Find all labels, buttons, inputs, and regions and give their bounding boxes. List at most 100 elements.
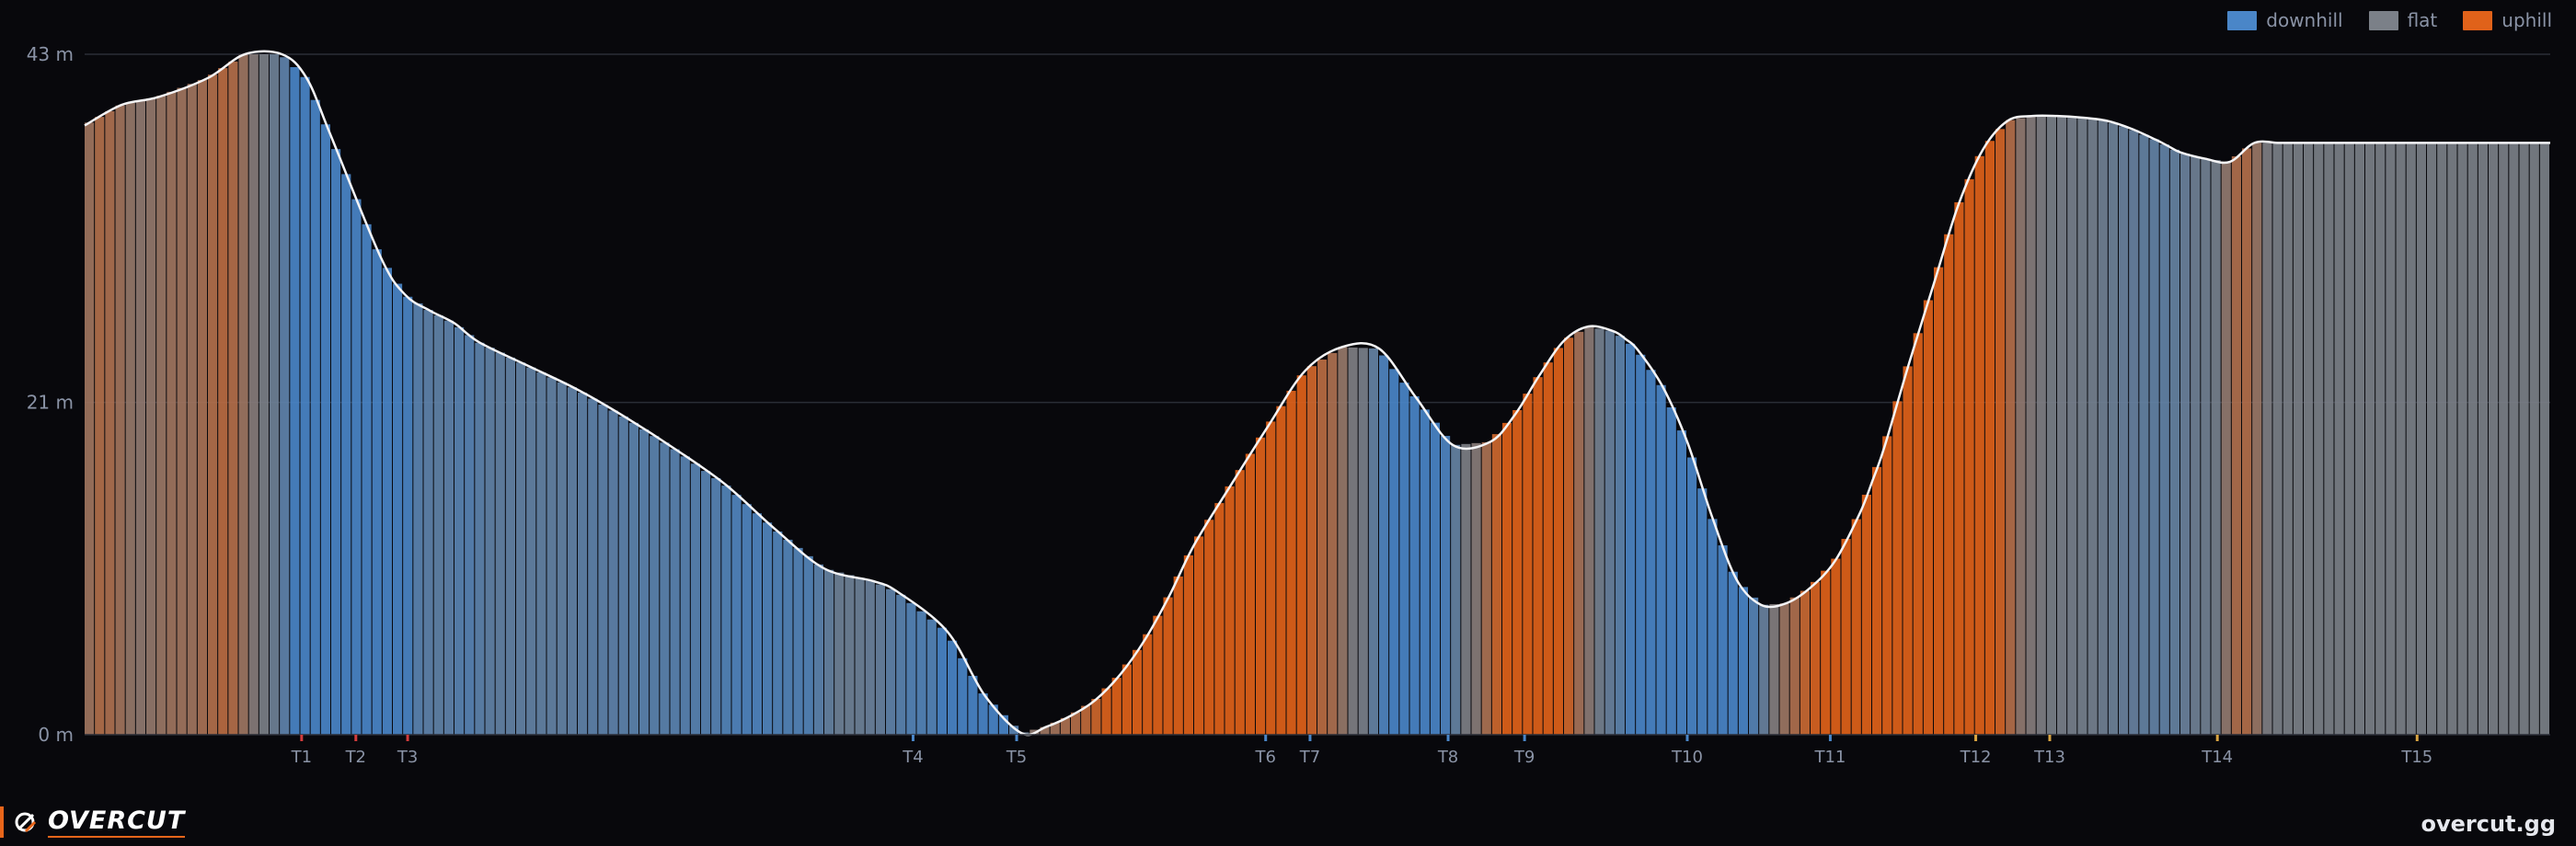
elevation-bar — [650, 436, 660, 735]
elevation-bar — [485, 348, 495, 735]
elevation-bar — [926, 619, 937, 735]
elevation-bar — [310, 99, 320, 735]
elevation-bar — [896, 594, 906, 735]
elevation-bar — [1974, 155, 1984, 735]
elevation-bar — [2221, 161, 2231, 735]
elevation-bar — [1934, 267, 1944, 735]
legend-swatch-downhill — [2227, 10, 2258, 30]
elevation-bar — [1461, 443, 1471, 735]
elevation-bar — [1111, 678, 1121, 735]
elevation-bar — [1800, 590, 1810, 735]
elevation-bar — [2344, 143, 2354, 736]
turn-marker-label: T10 — [1671, 748, 1703, 767]
elevation-bar — [660, 442, 670, 735]
elevation-bar — [1553, 348, 1563, 735]
elevation-bar — [1861, 494, 1871, 735]
elevation-bar — [1718, 545, 1728, 735]
elevation-bar — [270, 54, 280, 735]
elevation-bar — [763, 522, 773, 735]
elevation-bar — [1317, 359, 1328, 735]
elevation-bar — [1173, 576, 1183, 735]
elevation-bar — [228, 61, 238, 736]
elevation-bar — [167, 91, 177, 736]
turn-marker-label: T7 — [1299, 748, 1320, 767]
legend-label-downhill: downhill — [2266, 9, 2343, 31]
elevation-bar — [773, 531, 783, 735]
elevation-bar — [845, 575, 855, 735]
turn-marker-label: T8 — [1437, 748, 1458, 767]
elevation-bar — [1954, 201, 1964, 735]
elevation-bar — [1708, 519, 1718, 735]
elevation-bar — [1872, 466, 1882, 735]
elevation-bar — [598, 404, 608, 735]
elevation-bar — [2499, 143, 2509, 736]
elevation-bar — [803, 555, 813, 735]
elevation-bar — [2478, 143, 2488, 736]
elevation-bar — [2242, 148, 2252, 735]
elevation-bar — [1831, 558, 1841, 735]
turn-marker-label: T12 — [1960, 748, 1992, 767]
elevation-bar — [2006, 120, 2016, 735]
elevation-bar — [341, 174, 351, 735]
elevation-bar — [2314, 143, 2324, 736]
elevation-bar — [1615, 336, 1625, 735]
elevation-bar — [721, 486, 731, 735]
elevation-bar — [2519, 143, 2529, 736]
elevation-bar — [2149, 139, 2159, 736]
elevation-bar — [1923, 300, 1933, 735]
elevation-bar — [1789, 597, 1800, 735]
elevation-bar — [2324, 143, 2334, 736]
elevation-bar — [1101, 688, 1111, 735]
elevation-bar — [1471, 442, 1481, 735]
elevation-bar — [1841, 539, 1851, 735]
turn-marker-label: T13 — [2033, 748, 2065, 767]
elevation-bar — [865, 580, 875, 735]
elevation-bar — [2396, 143, 2406, 736]
elevation-bar — [2046, 116, 2056, 736]
elevation-bar — [1358, 348, 1368, 735]
turn-marker-label: T9 — [1513, 748, 1535, 767]
turn-marker-label: T3 — [397, 748, 418, 767]
elevation-bar — [1851, 519, 1861, 735]
elevation-bar — [1491, 434, 1501, 735]
site-url: overcut.gg — [2421, 811, 2556, 837]
elevation-bar — [1656, 384, 1666, 735]
elevation-bar — [2457, 143, 2467, 736]
elevation-bar — [2191, 156, 2201, 735]
elevation-bar — [2211, 160, 2221, 735]
y-tick-label: 21 m — [27, 392, 74, 414]
elevation-bar — [1574, 331, 1584, 735]
elevation-bar — [813, 564, 823, 735]
elevation-bar — [680, 456, 690, 735]
elevation-bar — [1276, 406, 1286, 735]
elevation-bar — [1604, 330, 1615, 735]
elevation-bar — [2067, 117, 2077, 735]
elevation-bar — [2016, 118, 2026, 736]
elevation-bar — [1584, 326, 1594, 735]
elevation-bar — [2529, 143, 2539, 736]
elevation-bar — [372, 249, 382, 736]
elevation-bar — [1666, 406, 1676, 735]
legend-swatch-flat — [2368, 10, 2398, 30]
elevation-bar — [187, 84, 197, 735]
elevation-bar — [1728, 571, 1738, 735]
elevation-bar — [1984, 141, 1995, 735]
elevation-bar — [2447, 143, 2457, 736]
elevation-bar — [1214, 503, 1225, 735]
elevation-bar — [1183, 554, 1193, 735]
elevation-bar — [218, 68, 228, 736]
elevation-bar — [1328, 352, 1338, 735]
elevation-bar — [413, 303, 423, 735]
elevation-bar — [1245, 453, 1255, 735]
elevation-bar — [1882, 436, 1892, 735]
elevation-bar — [2057, 116, 2067, 736]
elevation-bar — [454, 326, 465, 735]
elevation-bar — [1811, 581, 1821, 735]
elevation-bar — [1738, 587, 1748, 735]
elevation-bar — [516, 362, 526, 735]
elevation-bar — [2304, 143, 2314, 736]
elevation-bar — [382, 268, 392, 735]
elevation-bar — [1379, 355, 1389, 735]
elevation-bar — [2509, 143, 2519, 736]
elevation-bar — [2119, 126, 2129, 735]
